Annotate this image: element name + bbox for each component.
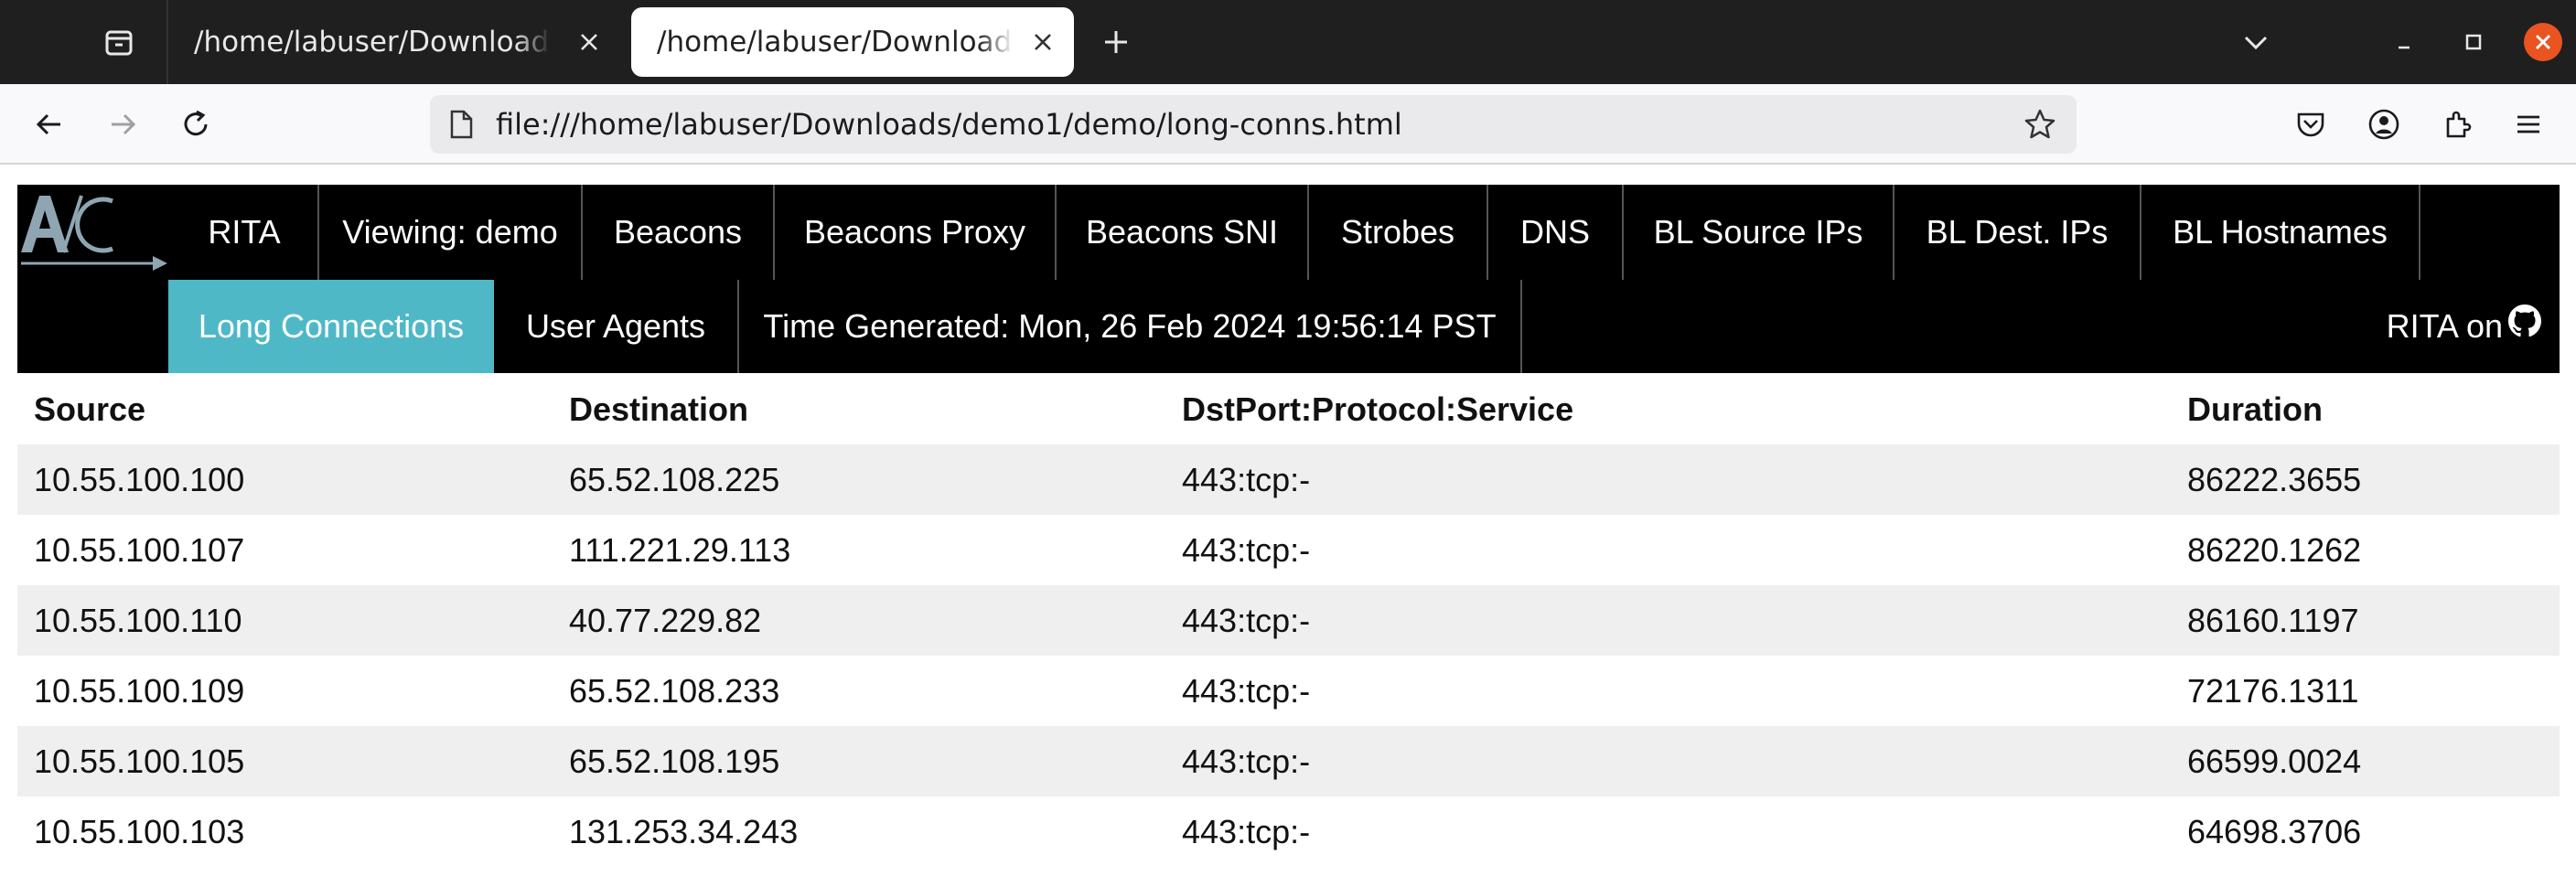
header-duration[interactable]: Duration xyxy=(2171,375,2560,444)
header-dstport-protocol-service[interactable]: DstPort:Protocol:Service xyxy=(1165,375,2171,444)
cell-port-protocol-service: 443:tcp:- xyxy=(1165,585,2171,656)
tab-title: /home/labuser/Downloads/demo1/demo/long-… xyxy=(657,26,1014,59)
cell-duration: 86222.3655 xyxy=(2171,444,2560,515)
reload-icon[interactable] xyxy=(172,101,220,148)
cell-source: 10.55.100.103 xyxy=(17,796,553,867)
nav-beacons[interactable]: Beacons xyxy=(583,185,775,280)
rita-on-label: RITA on xyxy=(2386,307,2503,345)
time-generated: Time Generated: Mon, 26 Feb 2024 19:56:1… xyxy=(739,280,1522,373)
close-icon[interactable] xyxy=(574,27,604,57)
browser-tab-active[interactable]: /home/labuser/Downloads/demo1/demo/long-… xyxy=(631,7,1074,77)
nav-bl-hostnames[interactable]: BL Hostnames xyxy=(2141,185,2420,280)
cell-destination: 111.221.29.113 xyxy=(553,515,1165,585)
rita-navbar: RITA Viewing: demo Beacons Beacons Proxy… xyxy=(17,185,2560,373)
cell-duration: 72176.1311 xyxy=(2171,656,2560,726)
cell-port-protocol-service: 443:tcp:- xyxy=(1165,656,2171,726)
nav-long-connections[interactable]: Long Connections xyxy=(168,280,494,373)
hamburger-menu-icon[interactable] xyxy=(2505,101,2552,148)
nav-beacons-proxy[interactable]: Beacons Proxy xyxy=(775,185,1057,280)
table-row: 10.55.100.109 65.52.108.233 443:tcp:- 72… xyxy=(17,656,2560,726)
cell-port-protocol-service: 443:tcp:- xyxy=(1165,796,2171,867)
close-icon[interactable] xyxy=(1028,27,1057,57)
extensions-icon[interactable] xyxy=(2433,101,2481,148)
nav-bl-dest-ips[interactable]: BL Dest. IPs xyxy=(1894,185,2141,280)
chevron-down-icon[interactable] xyxy=(2234,20,2278,64)
rita-on-github-link[interactable]: RITA on xyxy=(2387,280,2541,373)
nav-rita[interactable]: RITA xyxy=(171,185,319,280)
table-header-row: Source Destination DstPort:Protocol:Serv… xyxy=(17,375,2560,444)
cell-duration: 64698.3706 xyxy=(2171,796,2560,867)
table-row: 10.55.100.100 65.52.108.225 443:tcp:- 86… xyxy=(17,444,2560,515)
cell-source: 10.55.100.107 xyxy=(17,515,553,585)
maximize-icon[interactable] xyxy=(2452,20,2496,64)
nav-beacons-sni[interactable]: Beacons SNI xyxy=(1057,185,1309,280)
navigation-toolbar: file:///home/labuser/Downloads/demo1/dem… xyxy=(0,84,2576,165)
cell-destination: 131.253.34.243 xyxy=(553,796,1165,867)
url-text[interactable]: file:///home/labuser/Downloads/demo1/dem… xyxy=(496,95,1402,154)
table-row: 10.55.100.107 111.221.29.113 443:tcp:- 8… xyxy=(17,515,2560,585)
cell-port-protocol-service: 443:tcp:- xyxy=(1165,515,2171,585)
window-close-icon[interactable] xyxy=(2521,20,2565,64)
cell-duration: 86160.1197 xyxy=(2171,585,2560,656)
back-arrow-icon[interactable] xyxy=(26,101,73,148)
cell-destination: 65.52.108.195 xyxy=(553,726,1165,796)
tab-title: /home/labuser/Downloads/demo1/demo/index… xyxy=(194,26,551,59)
header-destination[interactable]: Destination xyxy=(553,375,1165,444)
account-icon[interactable] xyxy=(2360,101,2408,148)
cell-port-protocol-service: 443:tcp:- xyxy=(1165,726,2171,796)
page-icon xyxy=(445,108,478,141)
github-icon xyxy=(2508,280,2541,373)
cell-destination: 40.77.229.82 xyxy=(553,585,1165,656)
cell-source: 10.55.100.110 xyxy=(17,585,553,656)
plus-icon[interactable] xyxy=(1094,20,1138,64)
tab-bar: /home/labuser/Downloads/demo1/demo/index… xyxy=(0,0,2576,84)
cell-destination: 65.52.108.225 xyxy=(553,444,1165,515)
header-source[interactable]: Source xyxy=(17,375,553,444)
minimize-icon[interactable] xyxy=(2382,20,2426,64)
cell-port-protocol-service: 443:tcp:- xyxy=(1165,444,2171,515)
table-row: 10.55.100.103 131.253.34.243 443:tcp:- 6… xyxy=(17,796,2560,867)
pocket-icon[interactable] xyxy=(2287,101,2334,148)
nav-strobes[interactable]: Strobes xyxy=(1309,185,1488,280)
nav-user-agents[interactable]: User Agents xyxy=(494,280,739,373)
cell-destination: 65.52.108.233 xyxy=(553,656,1165,726)
nav-bl-source-ips[interactable]: BL Source IPs xyxy=(1624,185,1894,280)
browser-tab-inactive[interactable]: /home/labuser/Downloads/demo1/demo/index… xyxy=(168,7,620,77)
long-connections-table: Source Destination DstPort:Protocol:Serv… xyxy=(17,375,2560,867)
table-row: 10.55.100.105 65.52.108.195 443:tcp:- 66… xyxy=(17,726,2560,796)
forward-arrow-icon[interactable] xyxy=(99,101,146,148)
cell-source: 10.55.100.105 xyxy=(17,726,553,796)
cell-source: 10.55.100.109 xyxy=(17,656,553,726)
star-icon[interactable] xyxy=(2022,106,2058,143)
tab-overview-icon[interactable] xyxy=(97,20,141,64)
nav-viewing[interactable]: Viewing: demo xyxy=(319,185,583,280)
url-bar[interactable]: file:///home/labuser/Downloads/demo1/dem… xyxy=(430,95,2077,154)
nav-dns[interactable]: DNS xyxy=(1488,185,1624,280)
activecountermeasures-logo[interactable] xyxy=(17,185,171,280)
cell-source: 10.55.100.100 xyxy=(17,444,553,515)
table-row: 10.55.100.110 40.77.229.82 443:tcp:- 861… xyxy=(17,585,2560,656)
cell-duration: 66599.0024 xyxy=(2171,726,2560,796)
cell-duration: 86220.1262 xyxy=(2171,515,2560,585)
